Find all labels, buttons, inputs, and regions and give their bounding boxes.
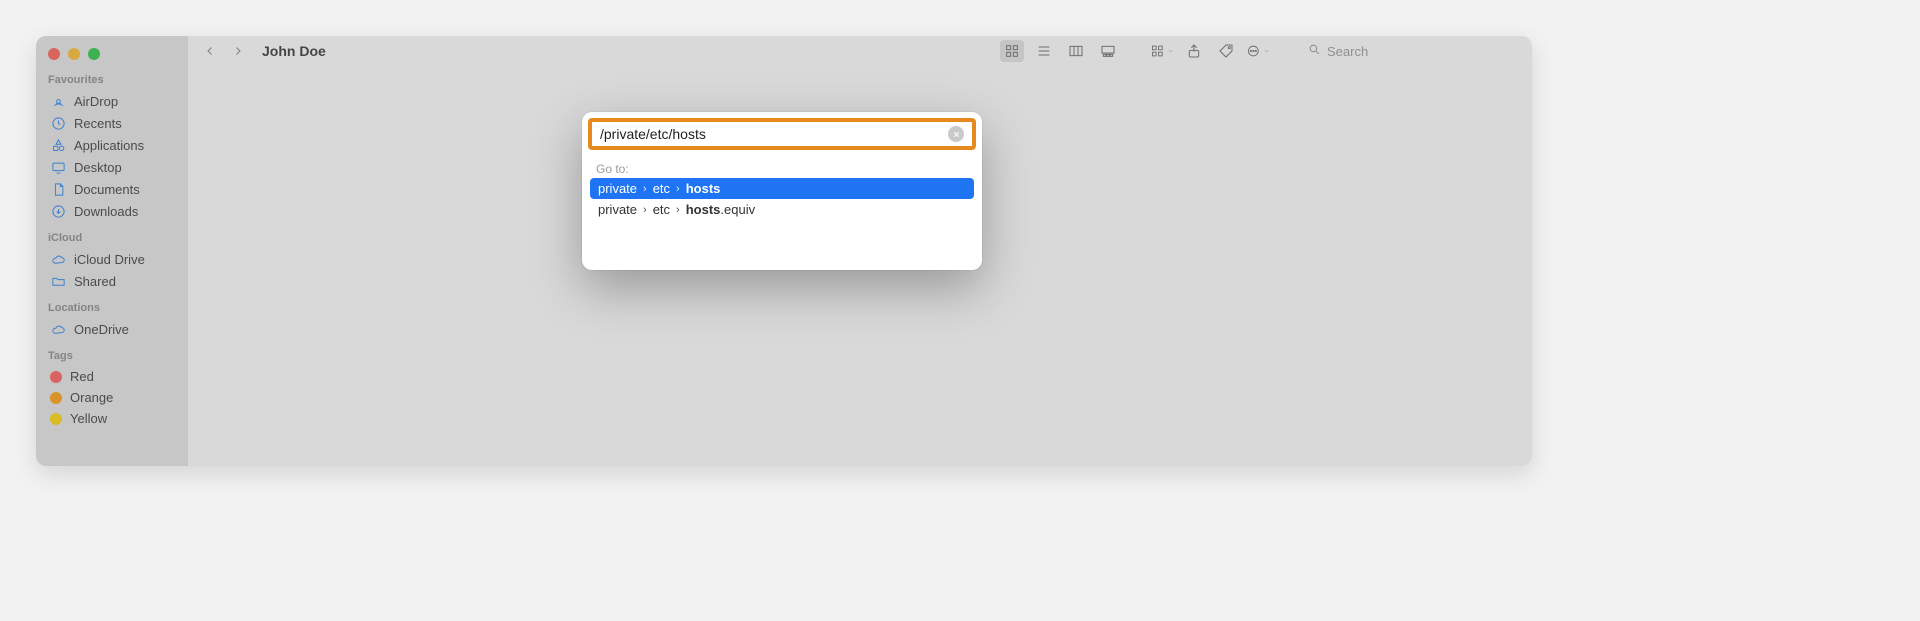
view-list-button[interactable]: [1032, 40, 1056, 62]
close-window-button[interactable]: [48, 48, 60, 60]
action-button[interactable]: [1246, 40, 1270, 62]
sidebar-item-label: Applications: [74, 138, 144, 153]
go-to-suggestion-row[interactable]: private › etc › hosts.equiv: [590, 199, 974, 220]
share-button[interactable]: [1182, 40, 1206, 62]
view-icons-button[interactable]: [1000, 40, 1024, 62]
sidebar-item-onedrive[interactable]: OneDrive: [48, 318, 178, 340]
sidebar-tag-orange[interactable]: Orange: [48, 387, 178, 408]
sidebar-item-label: Yellow: [70, 411, 107, 426]
go-to-suggestions: private › etc › hosts private › etc › ho…: [582, 178, 982, 220]
sidebar-section-label: Tags: [48, 350, 178, 362]
sidebar-item-recents[interactable]: Recents: [48, 112, 178, 134]
tag-dot-icon: [50, 392, 62, 404]
path-segment: etc: [653, 181, 670, 196]
path-match: hosts: [686, 181, 721, 196]
sidebar-item-label: AirDrop: [74, 94, 118, 109]
cloud-icon: [50, 251, 66, 267]
sidebar-item-label: Red: [70, 369, 94, 384]
document-icon: [50, 181, 66, 197]
path-segment: etc: [653, 202, 670, 217]
path-match: hosts: [686, 202, 721, 217]
toolbar: John Doe Search: [188, 36, 1532, 66]
search-placeholder: Search: [1327, 44, 1368, 59]
chevron-right-icon: ›: [676, 204, 680, 216]
sidebar-item-documents[interactable]: Documents: [48, 178, 178, 200]
search-field[interactable]: Search: [1300, 39, 1520, 63]
clock-icon: [50, 115, 66, 131]
airdrop-icon: [50, 93, 66, 109]
search-icon: [1308, 43, 1321, 59]
sidebar-tag-yellow[interactable]: Yellow: [48, 408, 178, 429]
path-segment: private: [598, 181, 637, 196]
sidebar-item-desktop[interactable]: Desktop: [48, 156, 178, 178]
path-segment: private: [598, 202, 637, 217]
window-controls: [48, 48, 178, 60]
sidebar-section-label: iCloud: [48, 232, 178, 244]
sidebar-item-label: Shared: [74, 274, 116, 289]
go-to-heading: Go to:: [582, 156, 982, 178]
view-gallery-button[interactable]: [1096, 40, 1120, 62]
go-to-path-input[interactable]: [600, 126, 940, 142]
sidebar-item-label: Documents: [74, 182, 140, 197]
desktop-icon: [50, 159, 66, 175]
go-to-suggestion-row[interactable]: private › etc › hosts: [590, 178, 974, 199]
tag-dot-icon: [50, 413, 62, 425]
sidebar-item-label: iCloud Drive: [74, 252, 145, 267]
apps-icon: [50, 137, 66, 153]
sidebar-section-label: Locations: [48, 302, 178, 314]
sidebar: Favourites AirDrop Recents Applications …: [36, 36, 188, 466]
chevron-right-icon: ›: [643, 183, 647, 195]
sidebar-item-downloads[interactable]: Downloads: [48, 200, 178, 222]
sidebar-item-label: Desktop: [74, 160, 122, 175]
sidebar-item-applications[interactable]: Applications: [48, 134, 178, 156]
path-suffix: .equiv: [720, 202, 755, 217]
sidebar-item-label: Downloads: [74, 204, 138, 219]
sidebar-tag-red[interactable]: Red: [48, 366, 178, 387]
clear-input-button[interactable]: [948, 126, 964, 142]
sidebar-item-label: OneDrive: [74, 322, 129, 337]
sidebar-item-airdrop[interactable]: AirDrop: [48, 90, 178, 112]
tags-button[interactable]: [1214, 40, 1238, 62]
window-title: John Doe: [262, 43, 326, 59]
cloud-icon: [50, 321, 66, 337]
folder-icon: [50, 273, 66, 289]
forward-button[interactable]: [228, 41, 248, 61]
sidebar-item-icloud-drive[interactable]: iCloud Drive: [48, 248, 178, 270]
chevron-right-icon: ›: [676, 183, 680, 195]
go-to-folder-dialog: Go to: private › etc › hosts private › e…: [582, 112, 982, 270]
sidebar-item-label: Orange: [70, 390, 113, 405]
sidebar-item-shared[interactable]: Shared: [48, 270, 178, 292]
sidebar-section-label: Favourites: [48, 74, 178, 86]
view-columns-button[interactable]: [1064, 40, 1088, 62]
sidebar-item-label: Recents: [74, 116, 122, 131]
minimize-window-button[interactable]: [68, 48, 80, 60]
download-icon: [50, 203, 66, 219]
group-by-button[interactable]: [1150, 40, 1174, 62]
tag-dot-icon: [50, 371, 62, 383]
chevron-right-icon: ›: [643, 204, 647, 216]
back-button[interactable]: [200, 41, 220, 61]
go-to-input-highlight: [588, 118, 976, 150]
fullscreen-window-button[interactable]: [88, 48, 100, 60]
